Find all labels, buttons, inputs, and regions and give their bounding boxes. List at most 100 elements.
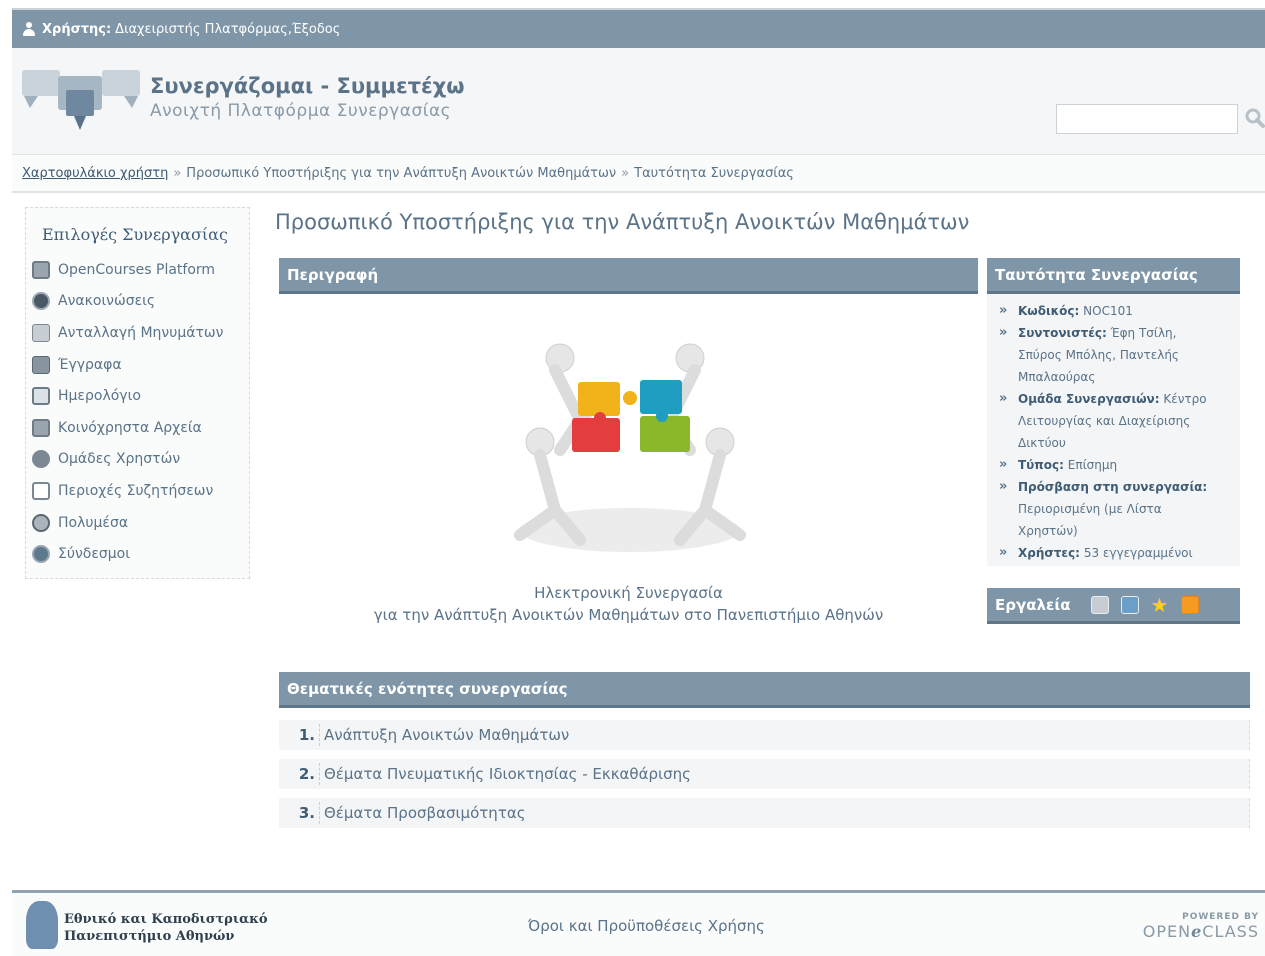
powered-by-openeclass[interactable]: POWERED BY OPENeCLASS [1143,912,1259,941]
theme-divider [319,802,320,824]
users-value: 53 εγγεγραμμένοι [1083,546,1193,560]
breadcrumb-home-link[interactable]: Χαρτοφυλάκιο χρήστη [22,166,168,181]
sidebar-item-links[interactable]: Σύνδεσμοι [26,538,249,570]
puzzle-logo-icon[interactable] [20,66,142,136]
shared-files-icon [32,418,50,437]
theme-item[interactable]: 1. Ανάπτυξη Ανοικτών Μαθημάτων [279,720,1250,750]
code-label: Κωδικός: [1018,304,1080,318]
announcements-icon [32,292,50,311]
search-icon[interactable] [1244,106,1265,130]
bullet-icon: » [999,303,1008,318]
search-input[interactable] [1056,104,1238,134]
university-name-line-1: Εθνικό και Καποδιστριακό [64,912,268,927]
site-header: Συνεργάζομαι - Συμμετέχω Ανοιχτή Πλατφόρ… [12,48,1265,155]
university-logo-icon [26,901,58,949]
identity-users: » Χρήστες: 53 εγγεγραμμένοι [999,542,1234,564]
group-value-2: Λειτουργίας και Διαχείρισης [1018,414,1191,428]
sidebar-item-label: OpenCourses Platform [58,261,216,278]
powered-by-label: POWERED BY [1182,912,1259,922]
sidebar-item-multimedia[interactable]: Πολυμέσα [26,507,249,539]
sidebar: Επιλογές Συνεργασίας OpenCourses Platfor… [25,207,250,579]
site-title: Συνεργάζομαι - Συμμετέχω [150,74,465,98]
sidebar-item-label: Έγγραφα [58,356,122,373]
theme-number: 1. [298,726,315,744]
theme-divider [319,724,320,746]
coordinators-value-3: Μπαλαούρας [1018,370,1096,384]
user-name-link[interactable]: Διαχειριστής Πλατφόρμας [115,22,288,37]
group-label: Ομάδα Συνεργασιών: [1018,392,1160,406]
links-icon [32,545,50,564]
theme-number: 3. [298,804,315,822]
description-line-1: Ηλεκτρονική Συνεργασία [534,584,723,602]
sidebar-item-label: Ημερολόγιο [58,388,141,405]
access-label: Πρόσβαση στη συνεργασία: [1018,480,1208,494]
sidebar-item-messages[interactable]: Ανταλλαγή Μηνυμάτων [26,317,249,349]
user-bar: Χρήστης: Διαχειριστής Πλατφόρμας , Έξοδο… [12,8,1265,48]
breadcrumb-separator: » [173,165,182,181]
identity-group: » Ομάδα Συνεργασιών: Κέντρο Λειτουργίας κ… [999,388,1234,454]
messages-icon [32,323,50,342]
type-value: Επίσημη [1067,458,1118,472]
footer: Εθνικό και Καποδιστριακό Πανεπιστήμιο Αθ… [12,890,1265,956]
breadcrumb-current: Ταυτότητα Συνεργασίας [634,165,794,181]
puzzle-team-image [514,343,746,552]
group-value-3: Δικτύου [1018,436,1066,450]
sidebar-item-user-groups[interactable]: Ομάδες Χρηστών [26,444,249,476]
sidebar-item-label: Ανταλλαγή Μηνυμάτων [58,324,224,341]
sidebar-item-documents[interactable]: Έγγραφα [26,349,249,381]
identity-heading: Ταυτότητα Συνεργασίας [987,258,1240,294]
theme-item[interactable]: 3. Θέματα Προσβασιμότητας [279,798,1250,828]
description-line-2: για την Ανάπτυξη Ανοικτών Μαθημάτων στο … [373,606,884,624]
tools-heading: Εργαλεία [995,595,1071,614]
user-label: Χρήστης: [42,21,112,37]
rss-icon[interactable] [1180,595,1199,614]
theme-label[interactable]: Θέματα Προσβασιμότητας [324,804,526,822]
sidebar-item-label: Κοινόχρηστα Αρχεία [58,419,202,436]
theme-divider [319,763,320,785]
bullet-icon: » [999,545,1008,560]
bullet-icon: » [999,391,1008,406]
coordinators-label: Συντονιστές: [1018,326,1107,340]
tools-bar: Εργαλεία ★ [987,588,1240,624]
sidebar-item-shared-files[interactable]: Κοινόχρηστα Αρχεία [26,412,249,444]
mail-icon[interactable] [1120,595,1139,614]
sidebar-item-label: Ομάδες Χρηστών [58,451,181,468]
university-name: Εθνικό και Καποδιστριακό Πανεπιστήμιο Αθ… [64,911,268,945]
sidebar-item-announcements[interactable]: Ανακοινώσεις [26,286,249,318]
openeclass-logo: OPENeCLASS [1143,922,1259,941]
breadcrumb-course[interactable]: Προσωπικό Υποστήριξης για την Ανάπτυξη Α… [186,166,616,181]
logout-link[interactable]: Έξοδος [292,22,340,37]
users-label: Χρήστες: [1018,546,1080,560]
opencourses-icon [32,260,50,279]
bullet-icon: » [999,457,1008,472]
sidebar-title: Επιλογές Συνεργασίας [42,225,228,244]
calendar-icon [32,387,50,406]
theme-label[interactable]: Θέματα Πνευματικής Ιδιοκτησίας - Εκκαθάρ… [324,765,691,783]
identity-code: » Κωδικός: NOC101 [999,300,1234,322]
sidebar-item-calendar[interactable]: Ημερολόγιο [26,380,249,412]
bullet-icon: » [999,479,1008,494]
group-value-1: Κέντρο [1163,392,1207,406]
access-value-2: Χρηστών) [1018,524,1078,538]
sidebar-menu: OpenCourses Platform Ανακοινώσεις Ανταλλ… [26,254,249,570]
theme-item[interactable]: 2. Θέματα Πνευματικής Ιδιοκτησίας - Εκκα… [279,759,1250,789]
identity-type: » Τύπος: Επίσημη [999,454,1234,476]
code-value: NOC101 [1083,304,1133,318]
theme-label[interactable]: Ανάπτυξη Ανοικτών Μαθημάτων [324,726,569,744]
users-icon[interactable] [1090,595,1109,614]
description-heading: Περιγραφή [279,258,978,294]
type-label: Τύπος: [1018,458,1064,472]
sidebar-item-forums[interactable]: Περιοχές Συζητήσεων [26,475,249,507]
sidebar-item-label: Σύνδεσμοι [58,546,130,563]
site-subtitle: Ανοιχτή Πλατφόρμα Συνεργασίας [150,101,452,121]
university-name-line-2: Πανεπιστήμιο Αθηνών [64,929,235,944]
terms-link[interactable]: Όροι και Προϋποθέσεις Χρήσης [528,917,765,935]
coordinators-value-2: Σπύρος Μπόλης, Παντελής [1018,348,1179,362]
sidebar-item-opencourses[interactable]: OpenCourses Platform [26,254,249,286]
user-groups-icon [32,450,50,469]
multimedia-icon [32,513,50,532]
brand-part-1: OPEN [1142,922,1192,941]
documents-icon [32,355,50,374]
user-icon [22,22,36,36]
star-icon[interactable]: ★ [1151,595,1169,615]
